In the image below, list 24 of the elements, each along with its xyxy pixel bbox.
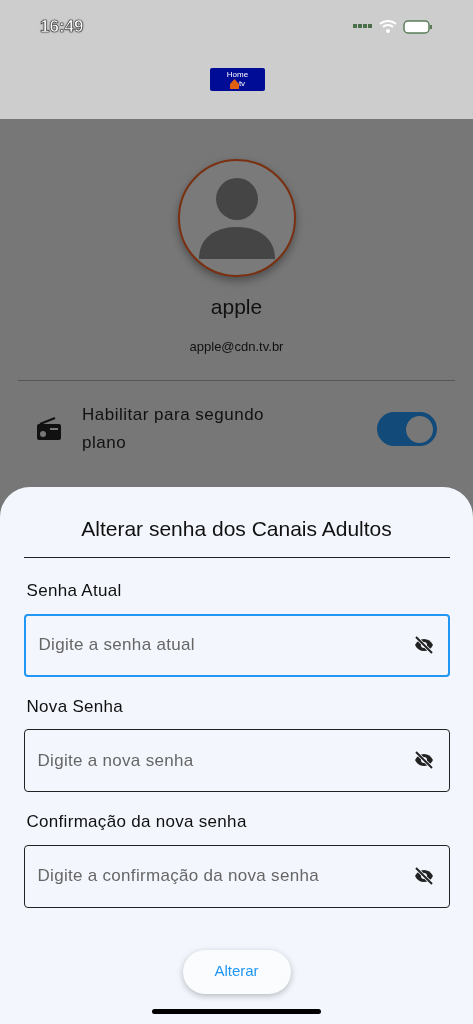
password-field[interactable]: Digite a nova senha: [23, 729, 450, 792]
eye-slash-icon[interactable]: [413, 635, 434, 654]
status-time: 16:49: [40, 16, 84, 38]
profile-name: apple: [210, 294, 263, 320]
house-icon: [229, 78, 239, 89]
toggle-switch[interactable]: [377, 412, 437, 446]
sheet-title: Alterar senha dos Canais Adultos: [81, 516, 392, 542]
password-field[interactable]: Digite a senha atual: [23, 613, 450, 677]
password-field[interactable]: Digite a confirmação da nova senha: [23, 844, 450, 908]
field-label: Confirmação da nova senha: [26, 811, 248, 833]
person-icon: [196, 177, 277, 259]
logo-text: Home: [226, 70, 249, 79]
radio-icon: [36, 417, 62, 441]
eye-slash-icon[interactable]: [413, 866, 434, 885]
logo-text: tv: [238, 78, 246, 89]
battery-icon: [403, 19, 433, 34]
eye-slash-icon[interactable]: [413, 751, 434, 769]
field-label: Senha Atual: [26, 580, 123, 602]
submit-button[interactable]: Alterar: [182, 949, 291, 994]
wifi-icon: [379, 20, 397, 34]
setting-label: Habilitar para segundo plano: [82, 404, 266, 454]
field-label: Nova Senha: [26, 695, 125, 718]
signal-icon: [353, 24, 373, 30]
profile-email: apple@cdn.tv.br: [189, 337, 284, 356]
